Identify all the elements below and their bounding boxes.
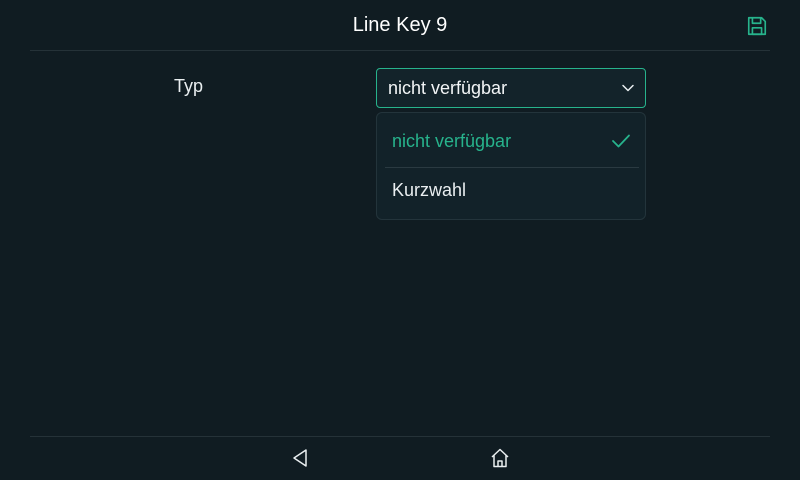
page-title: Line Key 9	[352, 14, 448, 36]
type-label: Typ	[174, 76, 204, 96]
back-button[interactable]	[288, 446, 312, 470]
chevron-down-icon	[622, 84, 634, 92]
header-divider	[30, 50, 770, 51]
header: Line Key 9	[0, 0, 800, 50]
checkmark-icon	[612, 134, 630, 148]
home-button[interactable]	[488, 446, 512, 470]
type-dropdown: nicht verfügbar Kurzwahl	[376, 112, 646, 220]
option-kurzwahl[interactable]: Kurzwahl	[377, 164, 645, 216]
type-select-value: nicht verfügbar	[388, 78, 508, 98]
screen: Line Key 9 Typ nicht verfügbar nicht ver…	[0, 0, 800, 480]
save-icon	[747, 16, 767, 36]
back-triangle-icon	[293, 449, 307, 467]
nav-divider	[30, 436, 770, 437]
save-button[interactable]	[744, 13, 770, 39]
home-icon	[491, 448, 509, 468]
option-label: Kurzwahl	[392, 180, 467, 200]
option-nicht-verfuegbar[interactable]: nicht verfügbar	[377, 115, 645, 168]
type-select[interactable]: nicht verfügbar	[376, 68, 646, 108]
option-label: nicht verfügbar	[392, 131, 512, 151]
